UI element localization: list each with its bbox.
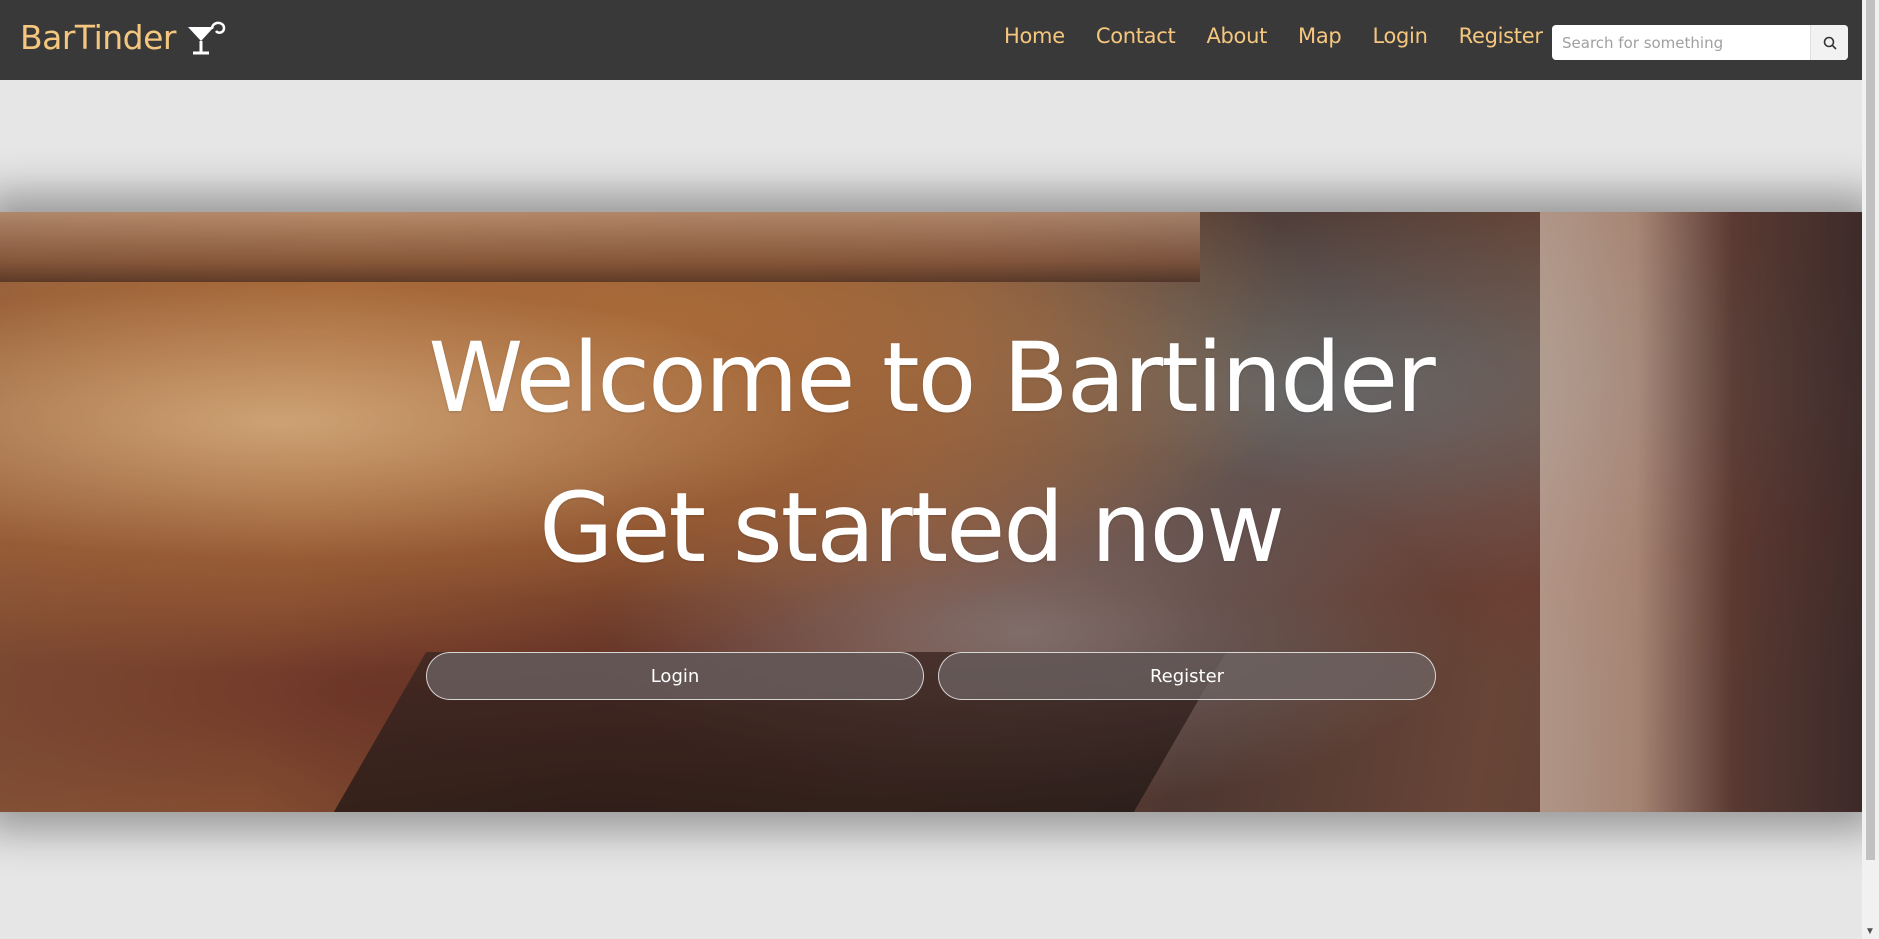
search-icon <box>1823 36 1837 50</box>
brand-name: BarTinder <box>20 18 176 57</box>
nav-register[interactable]: Register <box>1459 24 1543 48</box>
nav-about[interactable]: About <box>1206 24 1267 48</box>
top-navbar: BarTinder Home Contact About Map Login R… <box>0 0 1862 80</box>
hero-login-button[interactable]: Login <box>426 652 924 700</box>
hero-subtitle: Get started now <box>539 472 1285 584</box>
brand-logo-link[interactable]: BarTinder <box>20 18 228 57</box>
search-button[interactable] <box>1810 25 1848 60</box>
scrollbar-thumb[interactable] <box>1866 0 1875 860</box>
cocktail-glass-icon <box>187 21 226 54</box>
hero-title: Welcome to Bartinder <box>428 322 1435 434</box>
hero-banner: Welcome to Bartinder Get started now Log… <box>0 212 1862 812</box>
nav-login[interactable]: Login <box>1372 24 1427 48</box>
nav-map[interactable]: Map <box>1298 24 1342 48</box>
hero-register-button[interactable]: Register <box>938 652 1436 700</box>
page-scrollbar[interactable]: ▼ <box>1862 0 1879 939</box>
search-box <box>1552 25 1848 60</box>
nav-contact[interactable]: Contact <box>1096 24 1176 48</box>
scroll-down-arrow-icon[interactable]: ▼ <box>1865 926 1875 937</box>
search-input[interactable] <box>1552 25 1810 60</box>
nav-home[interactable]: Home <box>1004 24 1065 48</box>
main-nav: Home Contact About Map Login Register <box>1004 24 1574 48</box>
